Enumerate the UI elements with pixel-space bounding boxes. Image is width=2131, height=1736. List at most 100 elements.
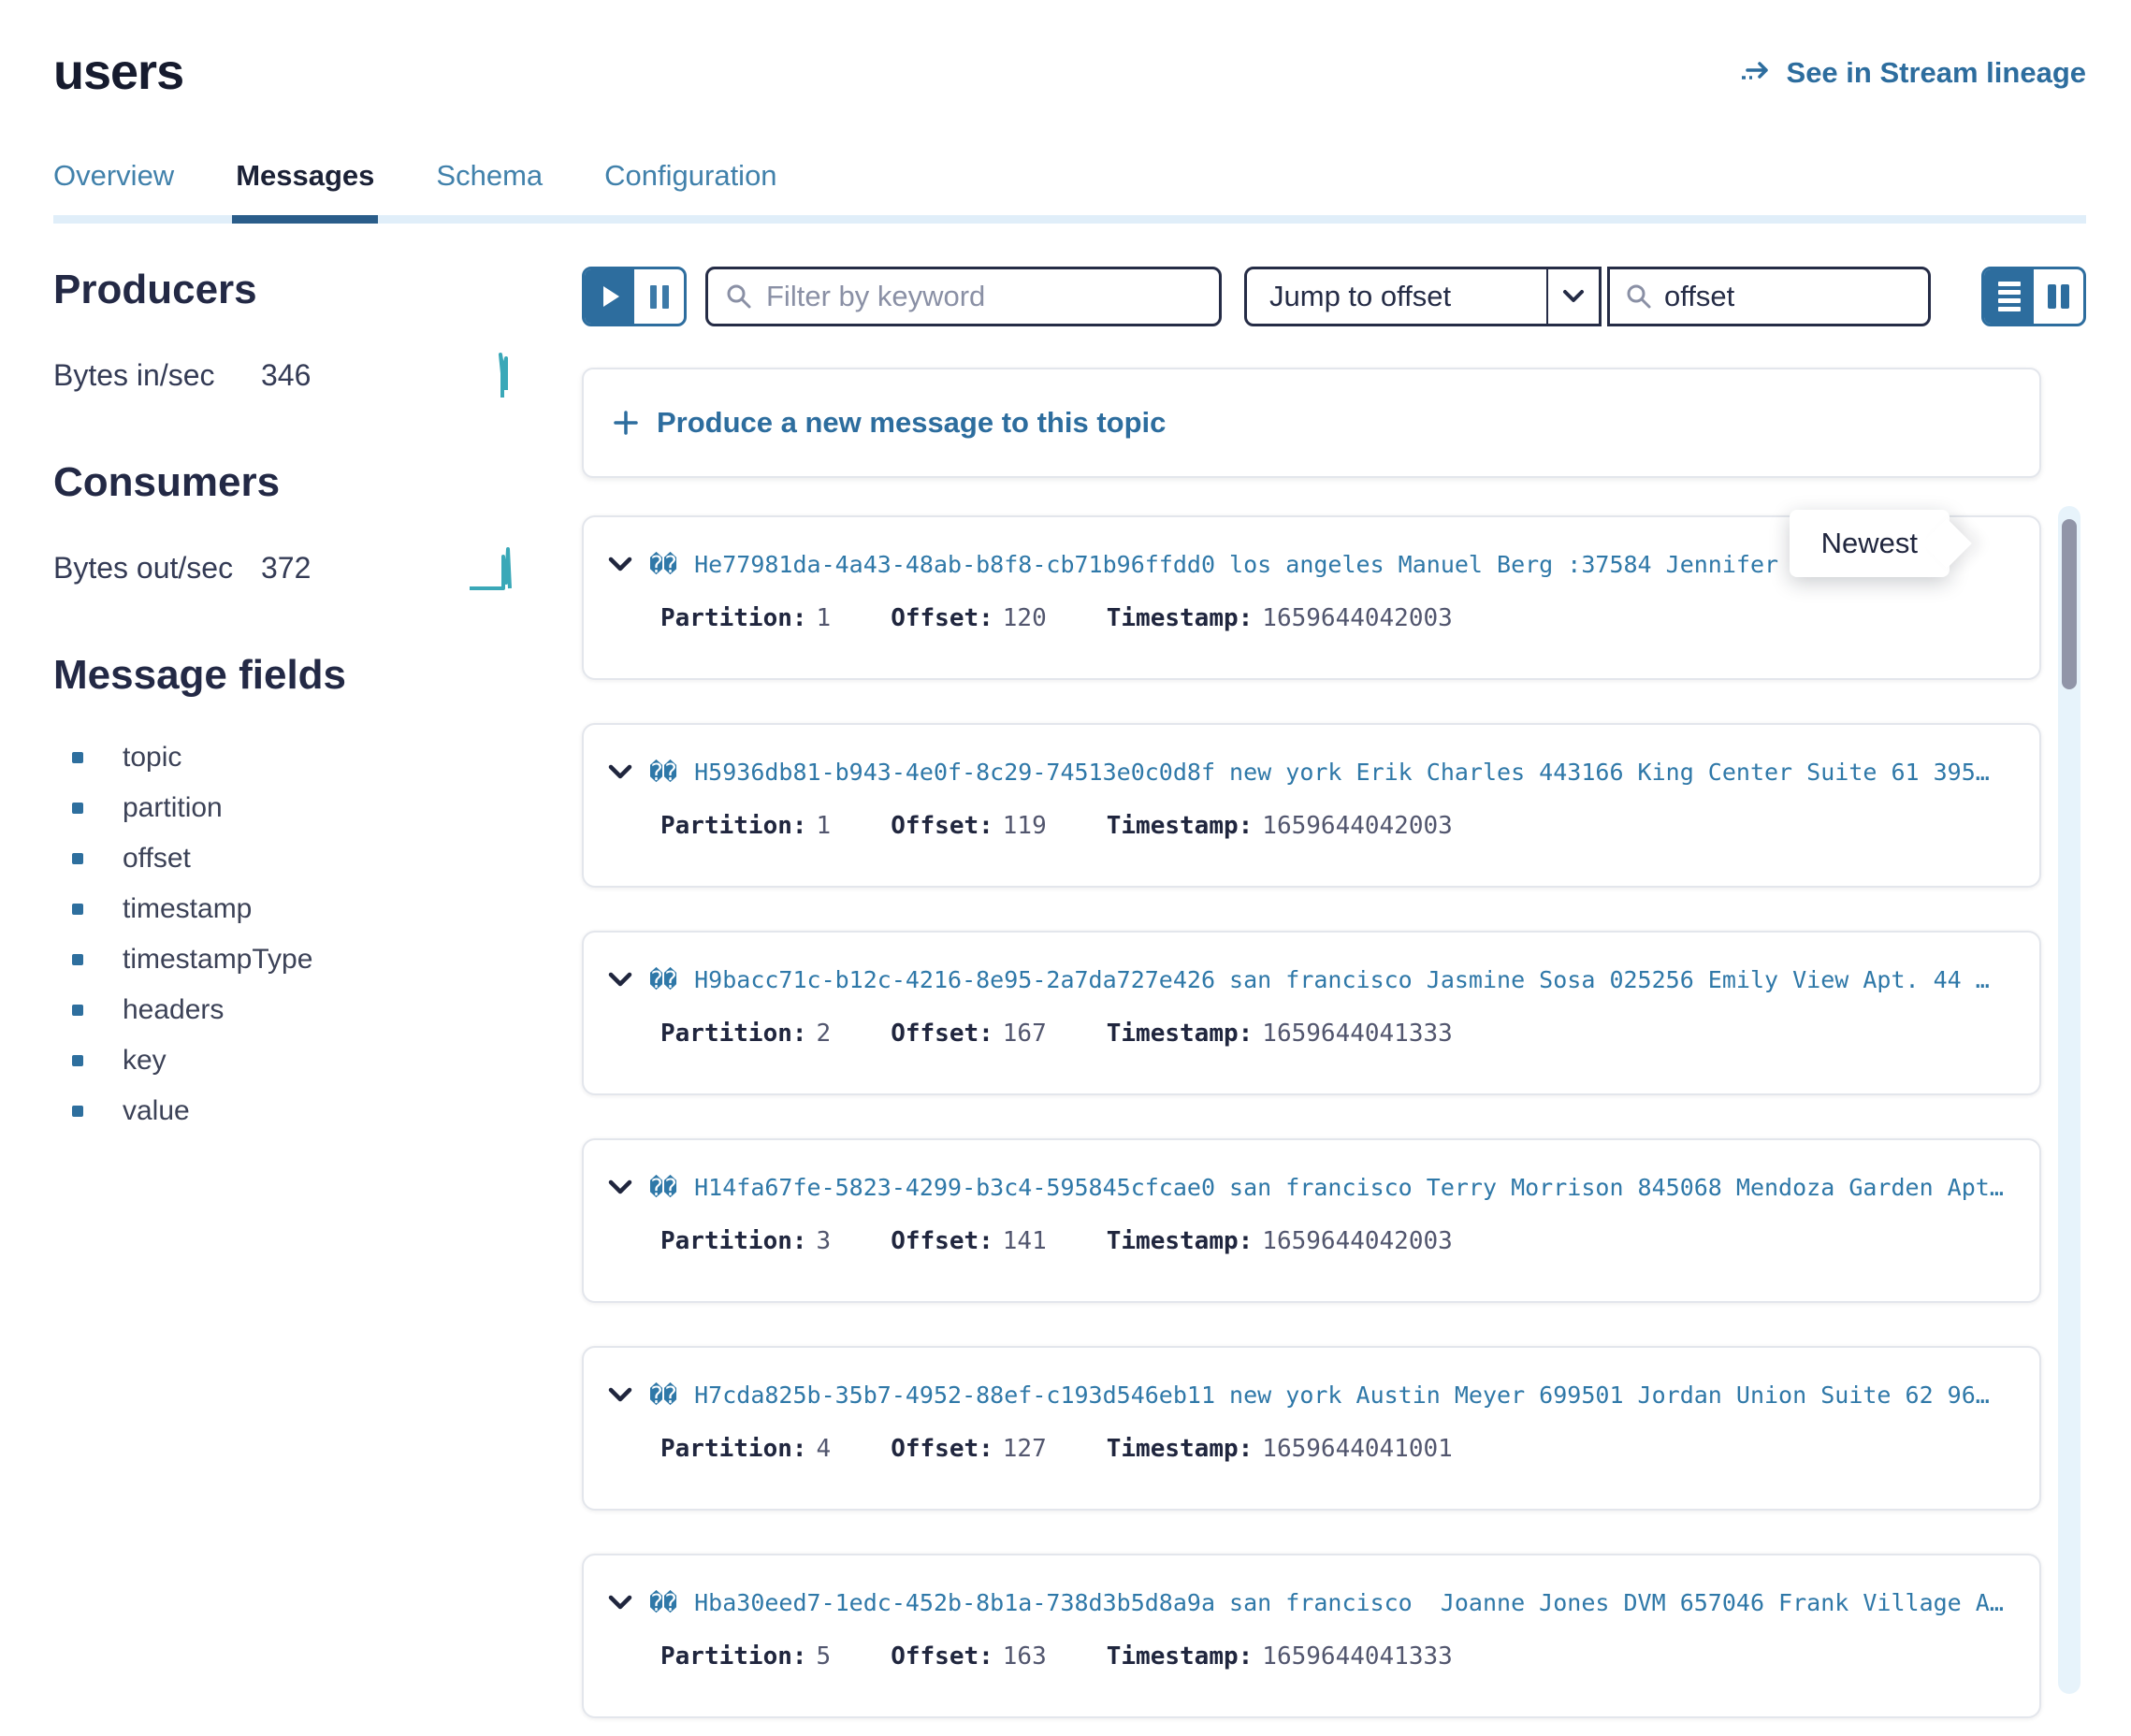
- keyword-filter: [705, 267, 1222, 326]
- message-key-glyphs: ��: [649, 1382, 677, 1409]
- message-key-glyphs: ��: [649, 966, 677, 993]
- message-row[interactable]: �� H7cda825b-35b7-4952-88ef-c193d546eb11…: [582, 1346, 2041, 1511]
- message-key-glyphs: ��: [649, 1589, 677, 1616]
- partition-meta: Partition: 4: [660, 1435, 831, 1463]
- field-label: topic: [123, 742, 181, 774]
- timestamp-meta: Timestamp: 1659644041333: [1107, 1642, 1453, 1671]
- message-preview-text: H14fa67fe-5823-4299-b3c4-595845cfcae0 sa…: [694, 1174, 2013, 1201]
- list-view-icon: [1998, 282, 2021, 311]
- expand-chevron-icon[interactable]: [608, 1179, 632, 1195]
- bytes-in-label: Bytes in/sec: [53, 358, 261, 393]
- plus-icon: [614, 411, 638, 435]
- field-bullet-icon: [72, 803, 83, 814]
- filter-input[interactable]: [766, 280, 1202, 313]
- consumers-heading: Consumers: [53, 459, 526, 506]
- column-view-button[interactable]: [2034, 269, 2083, 324]
- newest-tooltip-label: Newest: [1821, 527, 1918, 559]
- message-field-item[interactable]: offset: [72, 833, 526, 884]
- message-key-glyphs: ��: [649, 551, 677, 578]
- vertical-scrollbar[interactable]: [2058, 506, 2080, 1694]
- messages-panel: Jump to offset: [582, 267, 2086, 1718]
- message-fields-section: Message fields topic partition: [53, 652, 526, 1136]
- column-view-icon: [2048, 284, 2069, 309]
- offset-meta: Offset: 141: [891, 1227, 1047, 1255]
- message-fields-heading: Message fields: [53, 652, 526, 699]
- topic-stats-sidebar: Producers Bytes in/sec 346 Consumers Byt…: [53, 267, 526, 1718]
- chevron-down-icon: [1546, 269, 1599, 324]
- message-key-glyphs: ��: [649, 759, 677, 786]
- lineage-link-label: See in Stream lineage: [1787, 56, 2086, 90]
- tab-schema[interactable]: Schema: [436, 159, 543, 215]
- page-title: users: [53, 43, 183, 101]
- message-field-item[interactable]: partition: [72, 783, 526, 833]
- message-field-item[interactable]: timestampType: [72, 934, 526, 985]
- field-label: partition: [123, 792, 223, 824]
- message-key-glyphs: ��: [649, 1174, 677, 1201]
- message-preview-text: H7cda825b-35b7-4952-88ef-c193d546eb11 ne…: [694, 1382, 2013, 1409]
- bytes-in-value: 346: [261, 358, 373, 393]
- message-field-item[interactable]: key: [72, 1035, 526, 1086]
- expand-chevron-icon[interactable]: [608, 764, 632, 780]
- messages-toolbar: Jump to offset: [582, 267, 2086, 326]
- expand-chevron-icon[interactable]: [608, 1595, 632, 1611]
- bytes-out-label: Bytes out/sec: [53, 551, 261, 586]
- play-icon: [603, 286, 619, 307]
- newest-tooltip: Newest: [1790, 510, 1950, 577]
- bytes-out-metric: Bytes out/sec 372: [53, 543, 526, 592]
- message-list: Newest �� He7798: [582, 515, 2086, 1718]
- tab-overview[interactable]: Overview: [53, 159, 174, 215]
- produce-button-label: Produce a new message to this topic: [657, 406, 1166, 440]
- list-view-button[interactable]: [1984, 269, 2034, 324]
- pause-icon: [650, 285, 669, 309]
- message-fields-list: topic partition offset: [53, 732, 526, 1136]
- expand-chevron-icon[interactable]: [608, 1387, 632, 1403]
- field-label: value: [123, 1095, 190, 1127]
- field-label: headers: [123, 994, 224, 1026]
- offset-meta: Offset: 127: [891, 1435, 1047, 1463]
- pause-button[interactable]: [634, 269, 684, 324]
- play-button[interactable]: [585, 269, 634, 324]
- live-toggle: [582, 267, 687, 326]
- message-preview-text: Hba30eed7-1edc-452b-8b1a-738d3b5d8a9a sa…: [694, 1589, 2013, 1616]
- timestamp-meta: Timestamp: 1659644042003: [1107, 1227, 1453, 1255]
- message-preview-text: H5936db81-b943-4e0f-8c29-74513e0c0d8f ne…: [694, 759, 2013, 786]
- message-field-item[interactable]: topic: [72, 732, 526, 783]
- offset-meta: Offset: 167: [891, 1020, 1047, 1048]
- offset-meta: Offset: 120: [891, 604, 1047, 632]
- view-mode-toggle: [1981, 267, 2086, 326]
- message-row[interactable]: �� H9bacc71c-b12c-4216-8e95-2a7da727e426…: [582, 931, 2041, 1095]
- stream-lineage-link[interactable]: See in Stream lineage: [1740, 56, 2086, 90]
- partition-meta: Partition: 2: [660, 1020, 831, 1048]
- field-label: timestampType: [123, 944, 312, 976]
- partition-meta: Partition: 5: [660, 1642, 831, 1671]
- jump-to-offset-select[interactable]: Jump to offset: [1244, 267, 1602, 326]
- message-field-item[interactable]: headers: [72, 985, 526, 1035]
- tab-messages[interactable]: Messages: [236, 159, 374, 215]
- produce-message-button[interactable]: Produce a new message to this topic: [582, 368, 2041, 478]
- scrollbar-thumb[interactable]: [2062, 519, 2077, 689]
- message-field-item[interactable]: timestamp: [72, 884, 526, 934]
- expand-chevron-icon[interactable]: [608, 557, 632, 572]
- offset-meta: Offset: 119: [891, 812, 1047, 840]
- field-bullet-icon: [72, 752, 83, 763]
- tab-configuration[interactable]: Configuration: [604, 159, 776, 215]
- message-row[interactable]: �� H5936db81-b943-4e0f-8c29-74513e0c0d8f…: [582, 723, 2041, 888]
- offset-meta: Offset: 163: [891, 1642, 1047, 1671]
- message-row[interactable]: �� H14fa67fe-5823-4299-b3c4-595845cfcae0…: [582, 1138, 2041, 1303]
- timestamp-meta: Timestamp: 1659644041001: [1107, 1435, 1453, 1463]
- expand-chevron-icon[interactable]: [608, 972, 632, 988]
- partition-meta: Partition: 1: [660, 604, 831, 632]
- message-field-item[interactable]: value: [72, 1086, 526, 1136]
- offset-search: [1607, 267, 1931, 326]
- message-row[interactable]: �� Hba30eed7-1edc-452b-8b1a-738d3b5d8a9a…: [582, 1554, 2041, 1718]
- field-bullet-icon: [72, 1055, 83, 1066]
- timestamp-meta: Timestamp: 1659644042003: [1107, 604, 1453, 632]
- search-icon: [1625, 282, 1653, 311]
- field-bullet-icon: [72, 954, 83, 965]
- jump-select-value: Jump to offset: [1247, 269, 1546, 324]
- search-icon: [725, 282, 753, 311]
- producers-section: Producers Bytes in/sec 346: [53, 267, 526, 399]
- bytes-out-sparkline: [468, 543, 526, 592]
- message-preview-text: H9bacc71c-b12c-4216-8e95-2a7da727e426 sa…: [694, 966, 2013, 993]
- field-bullet-icon: [72, 1005, 83, 1016]
